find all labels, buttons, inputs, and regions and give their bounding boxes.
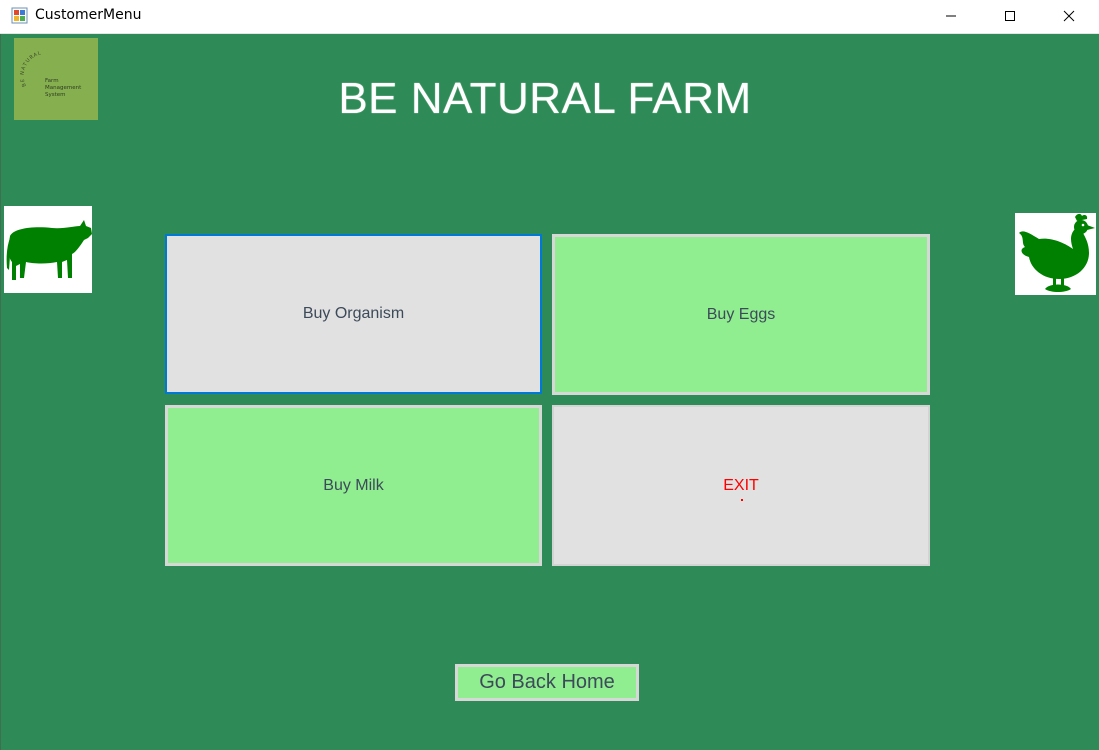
page-title: BE NATURAL FARM bbox=[338, 74, 752, 123]
go-back-home-label: Go Back Home bbox=[479, 671, 615, 693]
buy-organism-label: Buy Organism bbox=[302, 305, 405, 322]
buy-organism-button[interactable]: Buy Organism bbox=[165, 234, 542, 394]
buy-milk-label: Buy Milk bbox=[323, 476, 384, 494]
exit-label-wrap: EXIT bbox=[723, 476, 759, 501]
customer-menu-form: BE NATURAL Farm Management System BE NAT… bbox=[0, 34, 1099, 750]
minimize-icon bbox=[946, 15, 956, 17]
maximize-button[interactable] bbox=[987, 0, 1033, 32]
cow-picture bbox=[4, 206, 92, 293]
app-window-icon bbox=[11, 7, 28, 24]
close-icon bbox=[1063, 10, 1075, 22]
buy-eggs-label: Buy Eggs bbox=[706, 305, 776, 323]
window-title: CustomerMenu bbox=[35, 7, 142, 23]
hen-picture bbox=[1015, 213, 1096, 295]
exit-focus-dot bbox=[741, 498, 743, 501]
minimize-button[interactable] bbox=[928, 0, 974, 32]
exit-button[interactable]: EXIT bbox=[552, 405, 930, 566]
go-back-home-button[interactable]: Go Back Home bbox=[455, 664, 639, 701]
window-titlebar: CustomerMenu bbox=[0, 0, 1099, 34]
buy-milk-button[interactable]: Buy Milk bbox=[165, 405, 542, 566]
close-button[interactable] bbox=[1046, 0, 1092, 32]
buy-eggs-button[interactable]: Buy Eggs bbox=[552, 234, 930, 395]
exit-label: EXIT bbox=[723, 476, 759, 494]
hen-icon bbox=[1019, 213, 1095, 292]
cow-icon bbox=[6, 220, 92, 280]
maximize-icon bbox=[1005, 11, 1015, 21]
